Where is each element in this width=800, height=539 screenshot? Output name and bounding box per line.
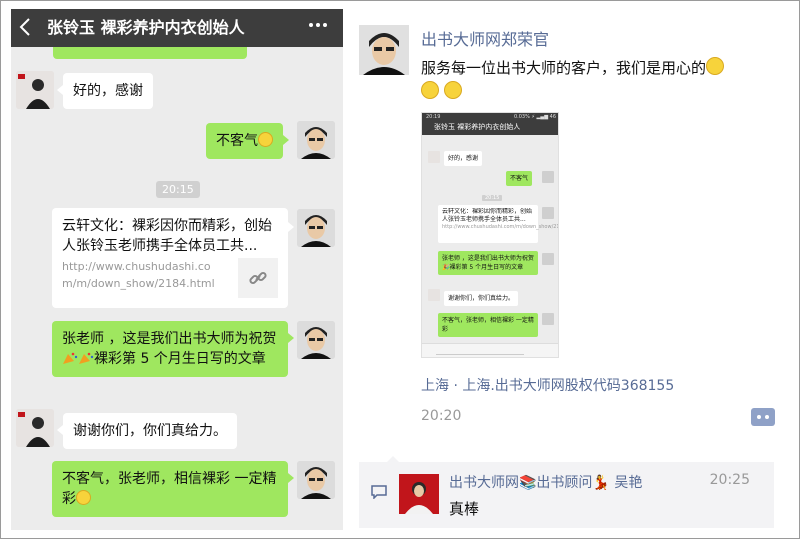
message-text: 不客气，张老师，相信裸彩 一定精彩: [62, 471, 277, 507]
smile-emoji-icon: [443, 81, 462, 99]
thumbnail-input-bar: [422, 343, 558, 357]
message-bubble[interactable]: 不客气: [206, 123, 289, 159]
thumbnail-status-right: 0.03% ⚡ ▂▄▆ 46: [513, 114, 556, 120]
thumbnail-title: 张铃玉 裸彩养护内衣创始人: [434, 123, 521, 131]
comment-bubble-icon: [371, 484, 387, 503]
chat-screenshot: 张铃玉 裸彩养护内衣创始人 好的，感谢 不客气 20:15 云轩文化：裸彩因你而…: [11, 9, 343, 530]
avatar[interactable]: [297, 121, 335, 159]
message-bubble[interactable]: 好的，感谢: [57, 73, 153, 109]
post-image-thumbnail[interactable]: 20:19 0.03% ⚡ ▂▄▆ 46 张铃玉 裸彩养护内衣创始人 好的，感谢…: [421, 112, 559, 358]
thumbnail-avatar: [428, 289, 440, 301]
thumbnail-input-field: [436, 347, 524, 355]
party-popper-icon: [78, 351, 94, 365]
avatar[interactable]: [297, 461, 335, 499]
thumbnail-avatar: [542, 171, 554, 183]
commenter-avatar[interactable]: [399, 474, 439, 514]
thumbnail-avatar: [542, 313, 554, 325]
thumbnail-bubble: 好的，感谢: [444, 151, 483, 166]
thumbnail-avatar: [542, 253, 554, 265]
avatar[interactable]: [297, 321, 335, 359]
thumbnail-bubble: 张老师 ，这是我们出书大师为祝贺🎉裸彩第 5 个月生日写的文章: [438, 251, 538, 275]
message-text: 不客气: [216, 133, 258, 149]
post-body: 服务每一位出书大师的客户，我们是用心的: [421, 59, 707, 77]
chat-title: 张铃玉 裸彩养护内衣创始人: [47, 18, 245, 37]
smile-emoji-icon: [706, 57, 725, 75]
link-title: 云轩文化：裸彩因你而精彩，创始人张铃玉老师携手全体员工共...: [62, 218, 272, 254]
message-text: 张老师 ，这是我们出书大师为祝贺: [62, 331, 277, 347]
thumbnail-card-title: 云轩文化：裸彩因你而精彩，创始人张铃玉老师携手全体员工共...: [442, 208, 533, 223]
chat-header: 张铃玉 裸彩养护内衣创始人: [11, 9, 343, 47]
avatar[interactable]: [297, 209, 335, 247]
party-popper-icon: [62, 351, 78, 365]
link-card[interactable]: 云轩文化：裸彩因你而精彩，创始人张铃玉老师携手全体员工共... http://w…: [52, 208, 294, 308]
avatar[interactable]: [16, 71, 54, 109]
thumbnail-status-bar: 20:19 0.03% ⚡ ▂▄▆ 46: [422, 113, 558, 121]
thumbnail-avatar: [428, 151, 440, 163]
grin-emoji-icon: [76, 490, 91, 505]
comment-section: 出书大师网📚出书顾问💃 吴艳 20:25 真棒: [359, 456, 774, 528]
smile-emoji-icon: [258, 132, 273, 147]
thumbnail-link-card: 云轩文化：裸彩因你而精彩，创始人张铃玉老师携手全体员工共... http://w…: [438, 205, 558, 243]
partial-green-bubble: [53, 47, 247, 59]
post-author-avatar[interactable]: [359, 25, 409, 75]
smile-emoji-icon: [421, 81, 439, 99]
thumbnail-header: 20:19 0.03% ⚡ ▂▄▆ 46 张铃玉 裸彩养护内衣创始人: [422, 113, 558, 135]
thumbnail-bubble: 不客气，张老师，相信裸彩 一定精彩: [438, 313, 538, 337]
message-bubble[interactable]: 不客气，张老师，相信裸彩 一定精彩: [52, 461, 294, 517]
link-icon: [238, 258, 278, 298]
message-bubble[interactable]: 谢谢你们，你们真给力。: [57, 413, 237, 449]
thumbnail-status-time: 20:19: [426, 114, 441, 120]
thumbnail-avatar: [542, 207, 554, 219]
post-author-name[interactable]: 出书大师网郑荣官: [421, 26, 549, 50]
thumbnail-bubble: 不客气: [506, 171, 533, 186]
message-text: 裸彩第 5 个月生日写的文章: [94, 351, 266, 367]
post-text: 服务每一位出书大师的客户，我们是用心的: [421, 56, 781, 104]
thumbnail-bubble: 谢谢你们，你们真给力。: [444, 291, 519, 306]
avatar[interactable]: [16, 409, 54, 447]
time-separator: 20:15: [156, 181, 200, 198]
comment-time: 20:25: [709, 472, 750, 488]
comment-text: 真棒: [449, 500, 480, 518]
commenter-name[interactable]: 出书大师网📚出书顾问💃 吴艳: [449, 472, 642, 492]
post-location[interactable]: 上海 · 上海.出书大师网股权代码368155: [421, 375, 674, 395]
thumbnail-time: 20:15: [482, 195, 503, 201]
chevron-left-icon[interactable]: [19, 17, 31, 40]
more-dots-icon[interactable]: [307, 13, 329, 40]
message-bubble[interactable]: 张老师 ，这是我们出书大师为祝贺裸彩第 5 个月生日写的文章: [52, 321, 294, 377]
comment-menu-icon[interactable]: [751, 408, 775, 426]
link-url: http://www.chushudashi.com/m/down_show/2…: [62, 260, 215, 290]
post-time: 20:20: [421, 408, 462, 424]
thumbnail-card-url: http://www.chushudashi.com/m/down_show/2…: [442, 224, 558, 230]
